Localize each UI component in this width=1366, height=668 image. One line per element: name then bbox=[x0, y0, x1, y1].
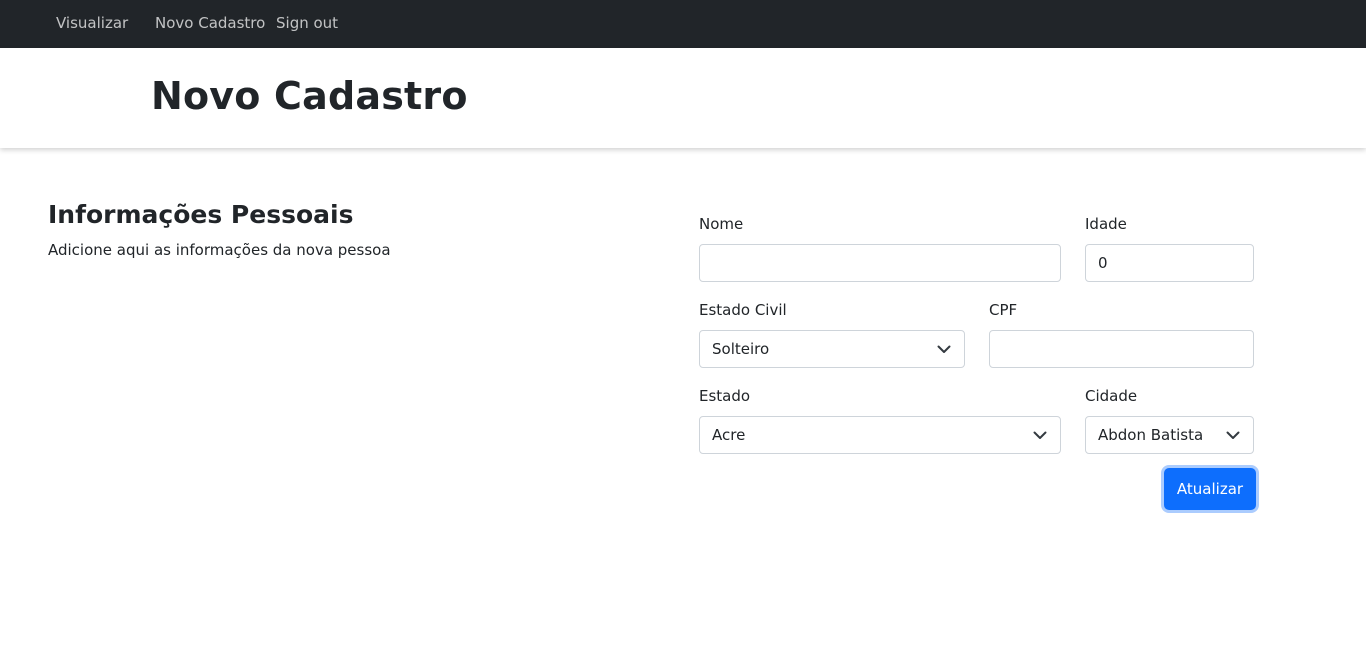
estado-value: Acre bbox=[712, 426, 746, 444]
nav-novo-cadastro-link[interactable]: Novo Cadastro bbox=[155, 14, 265, 32]
estado-select[interactable]: Acre bbox=[699, 416, 1061, 454]
cpf-input[interactable] bbox=[989, 330, 1254, 368]
nome-input[interactable] bbox=[699, 244, 1061, 282]
estado-civil-label: Estado Civil bbox=[699, 301, 787, 319]
chevron-down-icon bbox=[1226, 431, 1240, 439]
nav-visualizar-link[interactable]: Visualizar bbox=[56, 14, 128, 32]
idade-input[interactable] bbox=[1085, 244, 1254, 282]
chevron-down-icon bbox=[937, 345, 951, 353]
idade-label: Idade bbox=[1085, 215, 1127, 233]
estado-label: Estado bbox=[699, 387, 751, 405]
estado-civil-value: Solteiro bbox=[712, 340, 770, 358]
page-title: Novo Cadastro bbox=[151, 74, 468, 118]
section-title: Informações Pessoais bbox=[48, 200, 354, 229]
chevron-down-icon bbox=[1033, 431, 1047, 439]
cidade-label: Cidade bbox=[1085, 387, 1138, 405]
nome-label: Nome bbox=[699, 215, 744, 233]
cidade-value: Abdon Batista bbox=[1098, 426, 1204, 444]
cpf-label: CPF bbox=[989, 301, 1018, 319]
estado-civil-select[interactable]: Solteiro bbox=[699, 330, 965, 368]
atualizar-button[interactable]: Atualizar bbox=[1164, 468, 1256, 510]
section-description: Adicione aqui as informações da nova pes… bbox=[48, 241, 391, 259]
cidade-select[interactable]: Abdon Batista bbox=[1085, 416, 1254, 454]
top-navbar: Visualizar Novo Cadastro Sign out bbox=[0, 0, 1366, 48]
page-header: Novo Cadastro bbox=[0, 48, 1366, 148]
nav-sign-out-link[interactable]: Sign out bbox=[276, 14, 338, 32]
